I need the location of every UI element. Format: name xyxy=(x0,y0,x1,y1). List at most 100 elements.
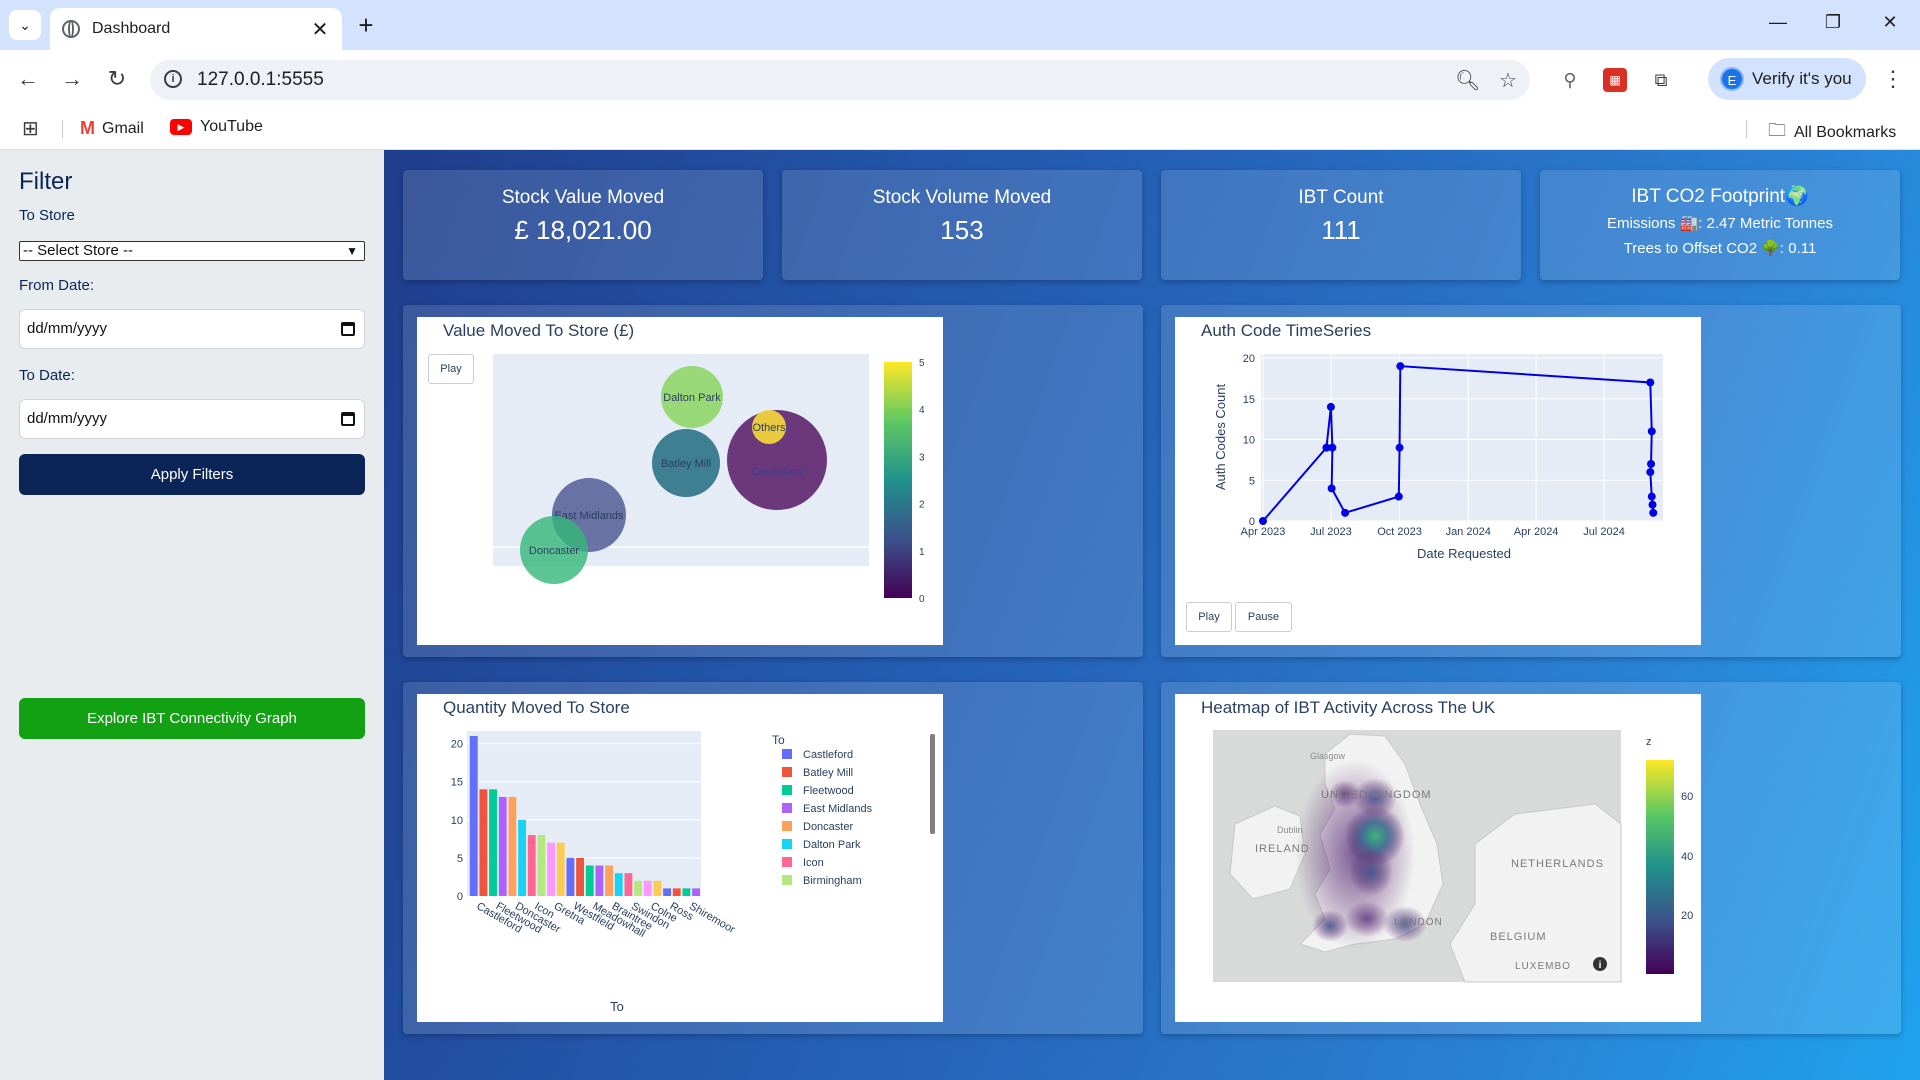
bar[interactable] xyxy=(537,835,546,896)
apps-grid-icon[interactable]: ⊞ xyxy=(22,116,39,141)
to-date-input[interactable]: dd/mm/yyyy xyxy=(19,399,365,439)
legend-item[interactable]: Doncaster xyxy=(803,821,853,833)
from-date-input[interactable]: dd/mm/yyyy xyxy=(19,309,365,349)
extensions-puzzle-icon[interactable]: ⧉ xyxy=(1649,68,1673,92)
forward-arrow-icon[interactable]: → xyxy=(59,66,85,92)
pause-button[interactable]: Pause xyxy=(1235,602,1292,632)
zoom-icon[interactable]: 🔍︎ xyxy=(1455,68,1480,93)
bookmark-gmail[interactable]: M Gmail xyxy=(80,118,144,139)
data-point[interactable] xyxy=(1647,427,1656,436)
legend-item[interactable]: Dalton Park xyxy=(803,839,861,851)
legend-item[interactable]: Fleetwood xyxy=(803,785,854,797)
data-point[interactable] xyxy=(1646,378,1655,387)
bubble-label: Others xyxy=(752,422,786,434)
close-tab-icon[interactable]: ✕ xyxy=(310,17,330,42)
close-window-icon[interactable]: ✕ xyxy=(1878,12,1902,33)
back-arrow-icon[interactable]: ← xyxy=(15,66,41,92)
bar[interactable] xyxy=(605,865,613,896)
map-label: LONDON xyxy=(1394,917,1443,928)
data-point[interactable] xyxy=(1647,492,1656,501)
legend-swatch[interactable] xyxy=(782,821,792,831)
colorbar-title: z xyxy=(1646,736,1652,748)
bar[interactable] xyxy=(498,796,507,896)
legend-swatch[interactable] xyxy=(782,857,792,867)
bar[interactable] xyxy=(489,789,497,896)
data-point[interactable] xyxy=(1395,443,1404,452)
bookmark-youtube-label: YouTube xyxy=(200,118,263,135)
bar[interactable] xyxy=(653,880,662,896)
data-point[interactable] xyxy=(1259,517,1267,525)
legend-item[interactable]: Castleford xyxy=(803,749,853,761)
legend-swatch[interactable] xyxy=(782,803,792,813)
data-point[interactable] xyxy=(1327,484,1336,493)
restore-icon[interactable]: ❐ xyxy=(1821,12,1845,33)
data-point[interactable] xyxy=(1649,508,1658,517)
minimize-icon[interactable]: — xyxy=(1766,12,1790,33)
bar[interactable] xyxy=(576,857,584,896)
bar[interactable] xyxy=(585,865,594,896)
bookmark-star-icon[interactable]: ☆ xyxy=(1496,68,1520,93)
data-point[interactable] xyxy=(1341,508,1350,517)
legend-item[interactable]: Icon xyxy=(803,857,824,869)
bar[interactable] xyxy=(527,835,536,896)
data-point[interactable] xyxy=(1396,362,1405,371)
bar[interactable] xyxy=(556,842,565,896)
data-point[interactable] xyxy=(1394,492,1403,501)
legend-item[interactable]: East Midlands xyxy=(803,803,873,815)
apply-filters-button[interactable]: Apply Filters xyxy=(19,454,365,495)
heatmap-map: Glasgow UNITED KINGDOM Dublin IRELAND NE… xyxy=(1213,730,1693,983)
bar[interactable] xyxy=(643,880,652,896)
explore-graph-button[interactable]: Explore IBT Connectivity Graph xyxy=(19,698,365,739)
data-point[interactable] xyxy=(1326,402,1335,411)
bar[interactable] xyxy=(518,819,526,896)
legend-swatch[interactable] xyxy=(782,839,792,849)
legend-item[interactable]: Birmingham xyxy=(803,875,862,887)
site-info-icon[interactable]: i xyxy=(164,70,182,88)
kpi-title: IBT Count xyxy=(1298,187,1384,208)
new-tab-plus-icon[interactable]: + xyxy=(352,11,380,39)
profile-verify-button[interactable]: E Verify it's you xyxy=(1708,58,1866,100)
data-point[interactable] xyxy=(1646,468,1655,477)
reload-icon[interactable]: ↻ xyxy=(104,66,130,92)
calendar-icon[interactable] xyxy=(341,322,355,336)
bar[interactable] xyxy=(508,796,517,896)
to-store-select[interactable]: -- Select Store -- ▼ xyxy=(19,241,365,261)
bar[interactable] xyxy=(614,873,623,896)
translate-extension-icon[interactable]: ⚲ xyxy=(1558,68,1582,92)
calendar-icon[interactable] xyxy=(341,412,355,426)
legend-scrollbar[interactable] xyxy=(930,734,935,834)
bookmark-youtube[interactable]: ▶ YouTube xyxy=(170,118,263,136)
bar[interactable] xyxy=(547,842,555,896)
bar[interactable] xyxy=(634,880,642,896)
legend-swatch[interactable] xyxy=(782,875,792,885)
bar[interactable] xyxy=(469,736,478,896)
red-extension-icon[interactable]: ▦ xyxy=(1603,68,1627,92)
bar[interactable] xyxy=(595,865,604,896)
bubble-label: Castleford xyxy=(752,466,802,478)
play-button[interactable]: Play xyxy=(1186,602,1232,632)
bar[interactable] xyxy=(692,888,700,896)
legend-swatch[interactable] xyxy=(782,749,792,759)
globe-icon xyxy=(62,20,80,38)
address-bar[interactable]: i 127.0.0.1:5555 🔍︎ ☆ xyxy=(150,60,1530,100)
bar[interactable] xyxy=(624,873,633,896)
bar[interactable] xyxy=(663,888,671,896)
data-point[interactable] xyxy=(1328,443,1337,452)
legend-swatch[interactable] xyxy=(782,767,792,777)
data-point[interactable] xyxy=(1647,459,1656,468)
browser-toolbar: ← → ↻ i 127.0.0.1:5555 🔍︎ ☆ ⚲ ▦ ⧉ E Veri… xyxy=(0,50,1920,108)
tab-dashboard[interactable]: Dashboard ✕ xyxy=(50,8,342,50)
bar[interactable] xyxy=(479,789,488,896)
more-menu-icon[interactable]: ⋮ xyxy=(1882,66,1904,92)
bar[interactable] xyxy=(566,857,575,896)
data-point[interactable] xyxy=(1648,500,1657,509)
y-tick-label: 15 xyxy=(451,777,463,789)
bar[interactable] xyxy=(682,888,691,896)
bar[interactable] xyxy=(672,888,681,896)
bookmarks-bar: ⊞ M Gmail ▶ YouTube 🗀 All Bookmarks xyxy=(0,108,1920,150)
legend-swatch[interactable] xyxy=(782,785,792,795)
legend-item[interactable]: Batley Mill xyxy=(803,767,853,779)
tab-search-chevron-icon[interactable]: ⌄ xyxy=(9,10,41,40)
tab-strip: ⌄ Dashboard ✕ + — ❐ ✕ xyxy=(0,0,1920,50)
all-bookmarks[interactable]: 🗀 All Bookmarks xyxy=(1768,118,1896,148)
